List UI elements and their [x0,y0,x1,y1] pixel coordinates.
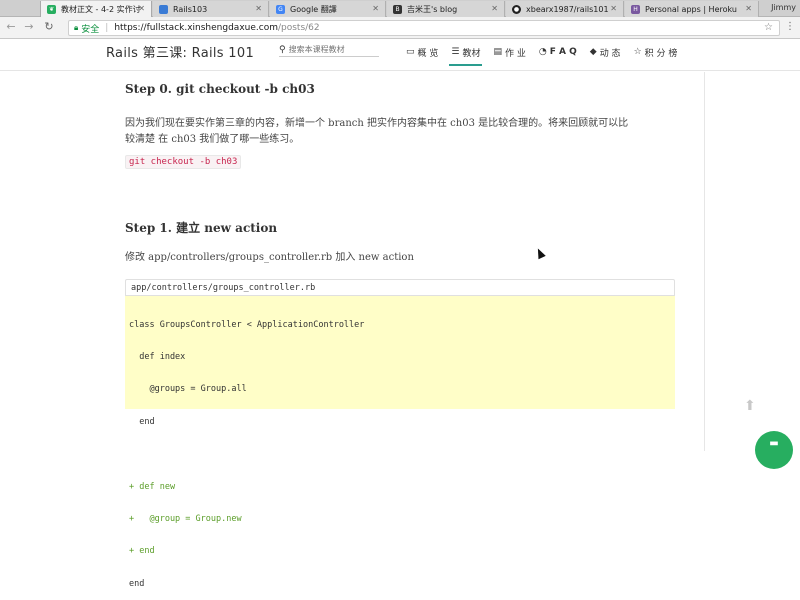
heroku-icon: H [631,4,640,14]
close-tab-icon[interactable]: ✕ [372,4,379,13]
step0-paragraph-line2: 较清楚 在 ch03 我们做了哪一些练习。 [125,134,300,145]
close-tab-icon[interactable]: ✕ [745,4,752,13]
close-tab-icon[interactable]: ✕ [610,4,617,13]
profile-name[interactable]: Jimmy [771,3,796,12]
nav-item-materials[interactable]: ☰ 教材 [449,42,483,66]
tab-title: xbearx1987/rails101 [526,4,609,14]
secure-label: 安全 [81,24,100,35]
tab-title: Rails103 [173,4,208,14]
list-icon: ☰ [451,47,460,57]
address-bar[interactable]: 🔒︎ 安全 | https://fullstack.xinshengdaxue.… [68,20,780,36]
chat-button[interactable]: ▬ [755,431,793,469]
tags-icon: ◆ [589,47,597,57]
nav-label: F A Q [549,47,577,57]
tab-title: Personal apps | Heroku [645,4,737,14]
browser-tab[interactable]: ● xbearx1987/rails101 ✕ [506,1,624,17]
close-tab-icon[interactable]: ✕ [491,4,498,13]
main-nav: ▭ 概 览 ☰ 教材 ▤ 作 业 ◔ F A Q ◆ 动 态 ☆ 积 分 榜 [406,42,690,66]
search-input[interactable] [288,45,375,54]
github-icon: ● [512,4,521,14]
close-tab-icon[interactable]: ✕ [255,4,262,13]
code-line-added: + @group = Group.new [129,513,242,524]
nav-label: 作 业 [505,48,526,59]
site-header: Rails 第三课: Rails 101 ⚲ ▭ 概 览 ☰ 教材 ▤ 作 业 … [0,39,800,71]
nav-item-leaderboard[interactable]: ☆ 积 分 榜 [634,42,678,62]
code-filename: app/controllers/groups_controller.rb [125,279,675,296]
code-block: class GroupsController < ApplicationCont… [125,296,675,589]
tab-title: 教材正文 - 4-2 实作讨 [61,4,141,14]
url-path: /posts/62 [277,23,320,33]
page-icon [159,4,168,14]
code-line: def index [129,351,186,362]
step1-heading: Step 1. 建立 new action [125,221,278,235]
code-line: class GroupsController < ApplicationCont… [129,319,365,330]
browser-tab[interactable]: Rails103 ✕ [153,1,269,17]
nav-label: 教材 [462,48,481,59]
site-title[interactable]: Rails 第三课: Rails 101 [106,42,254,61]
nav-item-faq[interactable]: ◔ F A Q [539,42,577,62]
browser-menu-icon[interactable]: ⋮ [785,21,795,32]
lock-icon: 🔒︎ [74,23,79,32]
nav-item-homework[interactable]: ▤ 作 业 [493,42,525,62]
leaf-icon: ❦ [47,4,56,14]
code-line-added: + def new [129,481,176,492]
reload-icon[interactable]: ↻ [42,20,56,33]
tab-title: Google 翻譯 [290,4,337,14]
search-icon: ⚲ [279,44,286,55]
tab-title: 吉米王's blog [407,4,458,14]
url-host: https://fullstack.xinshengdaxue.com [114,23,278,33]
browser-tab[interactable]: B 吉米王's blog ✕ [387,1,505,17]
browser-toolbar: ← → ↻ 🔒︎ 安全 | https://fullstack.xinsheng… [0,17,800,39]
step0-inline-code: git checkout -b ch03 [125,155,242,169]
back-arrow-icon[interactable]: ← [4,20,18,33]
chat-icon: ▬ [769,438,779,449]
forward-arrow-icon[interactable]: → [22,20,36,33]
code-line: @groups = Group.all [129,384,247,395]
nav-label: 概 览 [417,48,439,59]
sidebar-divider [704,72,705,451]
browser-tab[interactable]: ❦ 教材正文 - 4-2 实作讨 ✕ [40,1,152,17]
nav-label: 动 态 [599,48,621,59]
close-tab-icon[interactable]: ✕ [138,4,145,13]
nav-item-activity[interactable]: ◆ 动 态 [590,42,621,62]
back-to-top-icon[interactable]: ⬆ [744,398,756,414]
google-translate-icon: G [276,4,285,14]
document-icon: ▤ [493,47,502,57]
browser-tab[interactable]: H Personal apps | Heroku ✕ [625,1,759,17]
nav-label: 积 分 榜 [644,48,678,59]
code-line: end [129,416,155,427]
search-box: ⚲ [279,43,379,57]
code-line: end [129,578,145,589]
url-separator: | [105,23,109,33]
comments-icon: ◔ [538,47,547,57]
star-icon: ☆ [633,47,642,57]
browser-tab[interactable]: G Google 翻譯 ✕ [270,1,386,17]
blog-icon: B [393,4,402,14]
step0-heading: Step 0. git checkout -b ch03 [125,82,315,96]
bookmark-star-icon[interactable]: ☆ [764,22,773,33]
nav-item-overview[interactable]: ▭ 概 览 [406,42,438,62]
code-line-added: + end [129,546,155,557]
monitor-icon: ▭ [406,47,415,57]
step1-paragraph: 修改 app/controllers/groups_controller.rb … [125,252,414,263]
browser-tab-strip: ❦ 教材正文 - 4-2 实作讨 ✕ Rails103 ✕ G Google 翻… [0,0,800,17]
